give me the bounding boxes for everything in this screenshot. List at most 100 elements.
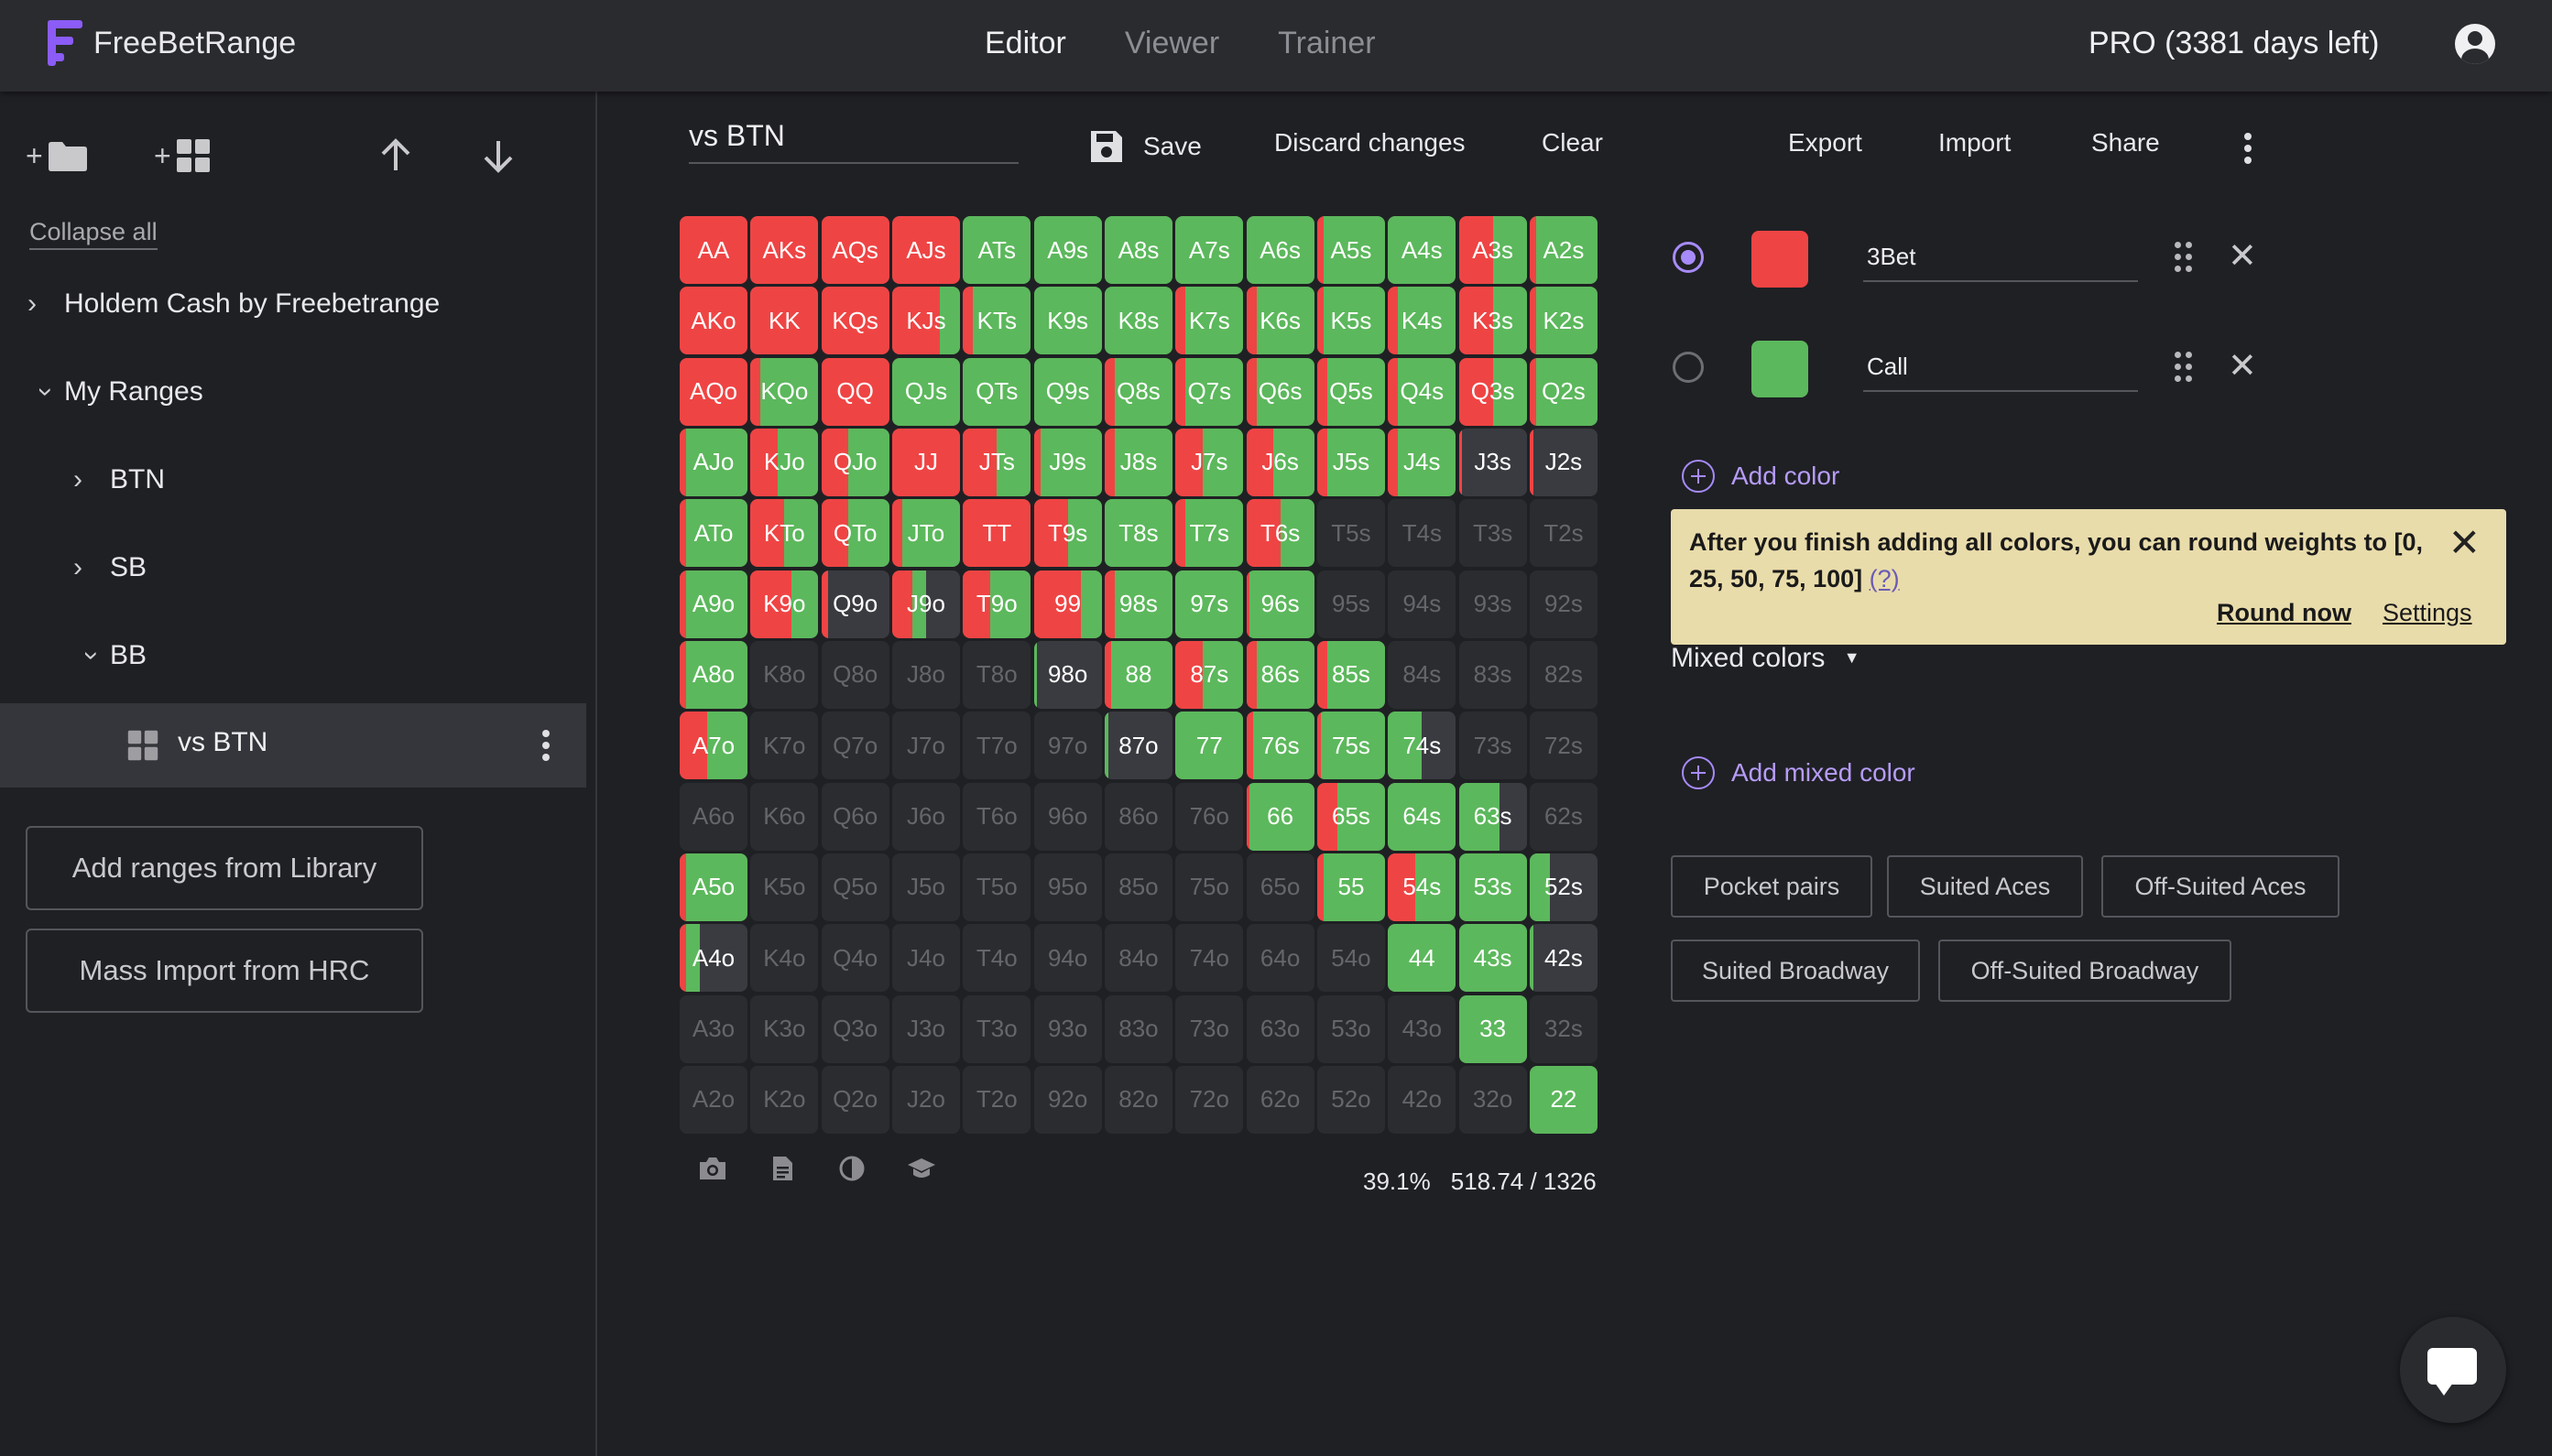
- preset-suited-aces[interactable]: Suited Aces: [1887, 855, 2083, 918]
- export-button[interactable]: Export: [1788, 128, 1862, 158]
- mixed-colors-toggle[interactable]: Mixed colors ▼: [1671, 643, 1860, 674]
- hand-cell-T4s[interactable]: T4s: [1388, 499, 1456, 568]
- hand-cell-52o[interactable]: 52o: [1316, 1065, 1385, 1134]
- preset-off-suited-broadway[interactable]: Off-Suited Broadway: [1938, 940, 2231, 1002]
- hand-cell-44[interactable]: 44: [1388, 924, 1456, 993]
- hand-cell-A7o[interactable]: A7o: [680, 712, 747, 780]
- hand-cell-A4o[interactable]: A4o: [680, 924, 747, 993]
- hand-cell-KJo[interactable]: KJo: [750, 428, 819, 496]
- hand-cell-T7s[interactable]: T7s: [1175, 499, 1244, 568]
- hand-cell-53s[interactable]: 53s: [1458, 853, 1527, 921]
- hand-cell-A5s[interactable]: A5s: [1316, 216, 1385, 284]
- hand-cell-T4o[interactable]: T4o: [963, 924, 1031, 993]
- hand-cell-Q4o[interactable]: Q4o: [821, 924, 889, 993]
- collapse-all-link[interactable]: Collapse all: [29, 218, 158, 250]
- hand-cell-J4s[interactable]: J4s: [1388, 428, 1456, 496]
- hand-cell-K4o[interactable]: K4o: [750, 924, 819, 993]
- hand-cell-J5s[interactable]: J5s: [1316, 428, 1385, 496]
- tree-item-vs-btn[interactable]: vs BTN: [0, 703, 586, 788]
- color-name-input[interactable]: Call: [1863, 342, 2138, 392]
- hand-cell-64s[interactable]: 64s: [1388, 782, 1456, 851]
- hand-cell-AKs[interactable]: AKs: [750, 216, 819, 284]
- camera-icon[interactable]: [698, 1156, 727, 1181]
- tree-item-bb[interactable]: › BB: [73, 612, 147, 700]
- hand-cell-J7o[interactable]: J7o: [891, 712, 960, 780]
- range-name-input[interactable]: vs BTN: [689, 119, 1019, 164]
- app-logo[interactable]: FreeBetRange: [44, 18, 296, 68]
- hand-cell-Q7s[interactable]: Q7s: [1175, 357, 1244, 426]
- tree-item-btn[interactable]: › BTN: [73, 436, 165, 524]
- hand-cell-K7o[interactable]: K7o: [750, 712, 819, 780]
- hand-cell-Q8o[interactable]: Q8o: [821, 640, 889, 709]
- hand-cell-98s[interactable]: 98s: [1104, 570, 1172, 638]
- hand-cell-AQs[interactable]: AQs: [821, 216, 889, 284]
- hand-cell-KK[interactable]: KK: [750, 287, 819, 355]
- hand-cell-A9o[interactable]: A9o: [680, 570, 747, 638]
- remove-color-icon[interactable]: ✕: [2228, 238, 2257, 275]
- hand-cell-85o[interactable]: 85o: [1104, 853, 1172, 921]
- hand-cell-93s[interactable]: 93s: [1458, 570, 1527, 638]
- hand-cell-J3o[interactable]: J3o: [891, 994, 960, 1063]
- hand-cell-A3s[interactable]: A3s: [1458, 216, 1527, 284]
- hand-cell-A6s[interactable]: A6s: [1246, 216, 1314, 284]
- tip-settings-link[interactable]: Settings: [2383, 599, 2472, 627]
- tab-trainer[interactable]: Trainer: [1278, 26, 1375, 61]
- tree-item-sb[interactable]: › SB: [73, 524, 147, 612]
- hand-cell-96s[interactable]: 96s: [1246, 570, 1314, 638]
- hand-cell-Q2o[interactable]: Q2o: [821, 1065, 889, 1134]
- hand-cell-54o[interactable]: 54o: [1316, 924, 1385, 993]
- hand-cell-85s[interactable]: 85s: [1316, 640, 1385, 709]
- hand-cell-AJs[interactable]: AJs: [891, 216, 960, 284]
- hand-cell-K9o[interactable]: K9o: [750, 570, 819, 638]
- preset-suited-broadway[interactable]: Suited Broadway: [1671, 940, 1920, 1002]
- hand-cell-Q7o[interactable]: Q7o: [821, 712, 889, 780]
- hand-cell-T8o[interactable]: T8o: [963, 640, 1031, 709]
- hand-cell-J9o[interactable]: J9o: [891, 570, 960, 638]
- hand-cell-T2s[interactable]: T2s: [1529, 499, 1598, 568]
- tab-viewer[interactable]: Viewer: [1125, 26, 1219, 61]
- hand-cell-86o[interactable]: 86o: [1104, 782, 1172, 851]
- drag-handle-icon[interactable]: [2175, 242, 2195, 275]
- hand-cell-A8o[interactable]: A8o: [680, 640, 747, 709]
- hand-cell-K3o[interactable]: K3o: [750, 994, 819, 1063]
- hand-cell-ATs[interactable]: ATs: [963, 216, 1031, 284]
- chat-icon[interactable]: [2400, 1317, 2506, 1423]
- add-range-button[interactable]: +: [154, 128, 212, 183]
- hand-cell-33[interactable]: 33: [1458, 994, 1527, 1063]
- hand-cell-Q2s[interactable]: Q2s: [1529, 357, 1598, 426]
- hand-cell-TT[interactable]: TT: [963, 499, 1031, 568]
- hand-cell-K3s[interactable]: K3s: [1458, 287, 1527, 355]
- hand-cell-AJo[interactable]: AJo: [680, 428, 747, 496]
- clear-button[interactable]: Clear: [1542, 128, 1603, 158]
- hand-cell-88[interactable]: 88: [1104, 640, 1172, 709]
- hand-cell-T7o[interactable]: T7o: [963, 712, 1031, 780]
- hand-cell-83s[interactable]: 83s: [1458, 640, 1527, 709]
- hand-cell-J8o[interactable]: J8o: [891, 640, 960, 709]
- add-ranges-from-library-button[interactable]: Add ranges from Library: [26, 826, 423, 910]
- hand-cell-87s[interactable]: 87s: [1175, 640, 1244, 709]
- hand-cell-KTs[interactable]: KTs: [963, 287, 1031, 355]
- hand-cell-75s[interactable]: 75s: [1316, 712, 1385, 780]
- hand-cell-A4s[interactable]: A4s: [1388, 216, 1456, 284]
- hand-cell-Q5s[interactable]: Q5s: [1316, 357, 1385, 426]
- hand-cell-54s[interactable]: 54s: [1388, 853, 1456, 921]
- hand-cell-64o[interactable]: 64o: [1246, 924, 1314, 993]
- hand-cell-95s[interactable]: 95s: [1316, 570, 1385, 638]
- hand-cell-Q8s[interactable]: Q8s: [1104, 357, 1172, 426]
- move-up-button[interactable]: [377, 128, 414, 183]
- graduation-cap-icon[interactable]: [907, 1156, 936, 1181]
- hand-cell-T2o[interactable]: T2o: [963, 1065, 1031, 1134]
- hand-cell-K2o[interactable]: K2o: [750, 1065, 819, 1134]
- hand-cell-QTs[interactable]: QTs: [963, 357, 1031, 426]
- hand-cell-73s[interactable]: 73s: [1458, 712, 1527, 780]
- hand-cell-99[interactable]: 99: [1033, 570, 1102, 638]
- hand-cell-QJo[interactable]: QJo: [821, 428, 889, 496]
- hand-cell-43s[interactable]: 43s: [1458, 924, 1527, 993]
- hand-cell-K5s[interactable]: K5s: [1316, 287, 1385, 355]
- hand-cell-42s[interactable]: 42s: [1529, 924, 1598, 993]
- color-select-radio[interactable]: [1673, 352, 1704, 383]
- hand-cell-T3s[interactable]: T3s: [1458, 499, 1527, 568]
- hand-cell-Q5o[interactable]: Q5o: [821, 853, 889, 921]
- hand-cell-KJs[interactable]: KJs: [891, 287, 960, 355]
- round-now-link[interactable]: Round now: [2217, 599, 2351, 627]
